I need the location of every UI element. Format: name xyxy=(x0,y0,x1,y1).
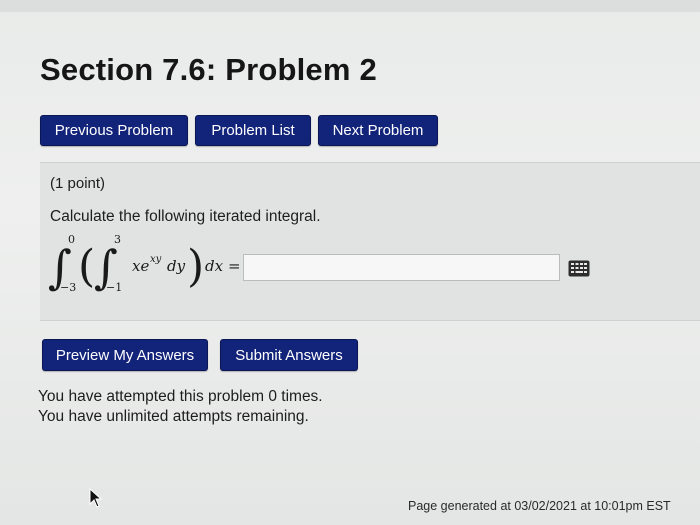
submit-answers-button[interactable]: Submit Answers xyxy=(220,339,358,371)
outer-lower-limit: −3 xyxy=(60,281,76,294)
left-parenthesis: ( xyxy=(78,241,95,292)
previous-problem-button[interactable]: Previous Problem xyxy=(40,115,188,146)
outer-differential: dx xyxy=(205,257,224,275)
preview-answers-button[interactable]: Preview My Answers xyxy=(42,339,208,371)
points-label: (1 point) xyxy=(50,175,106,192)
problem-prompt: Calculate the following iterated integra… xyxy=(50,208,321,225)
remaining-attempts-text: You have unlimited attempts remaining. xyxy=(38,408,309,425)
integrand: xe xyxy=(132,257,149,275)
browser-top-strip xyxy=(0,0,700,12)
problem-panel: (1 point) Calculate the following iterat… xyxy=(40,162,700,321)
mouse-cursor-icon xyxy=(89,488,103,508)
inner-upper-limit: 3 xyxy=(114,233,121,246)
keyboard-icon[interactable] xyxy=(568,260,590,277)
attempt-status: You have attempted this problem 0 times.… xyxy=(38,387,323,427)
page-generated-footer: Page generated at 03/02/2021 at 10:01pm … xyxy=(408,499,671,513)
problem-list-button[interactable]: Problem List xyxy=(195,115,311,146)
right-parenthesis: ) xyxy=(187,241,204,292)
iterated-integral-expression: ∫ 0 −3 ( ∫ 3 −1 xe xy dy ) dx = xyxy=(48,233,241,294)
integrand-exponent: xy xyxy=(150,254,162,265)
attempts-text: You have attempted this problem 0 times. xyxy=(38,388,323,405)
outer-upper-limit: 0 xyxy=(68,233,75,246)
answer-actions: Preview My Answers Submit Answers xyxy=(42,339,358,371)
next-problem-button[interactable]: Next Problem xyxy=(318,115,438,146)
equals-sign: = xyxy=(228,257,241,275)
inner-lower-limit: −1 xyxy=(106,281,122,294)
page-title: Section 7.6: Problem 2 xyxy=(40,52,377,87)
problem-navigation: Previous Problem Problem List Next Probl… xyxy=(40,115,438,146)
answer-input[interactable] xyxy=(243,254,560,281)
inner-differential: dy xyxy=(167,257,186,275)
